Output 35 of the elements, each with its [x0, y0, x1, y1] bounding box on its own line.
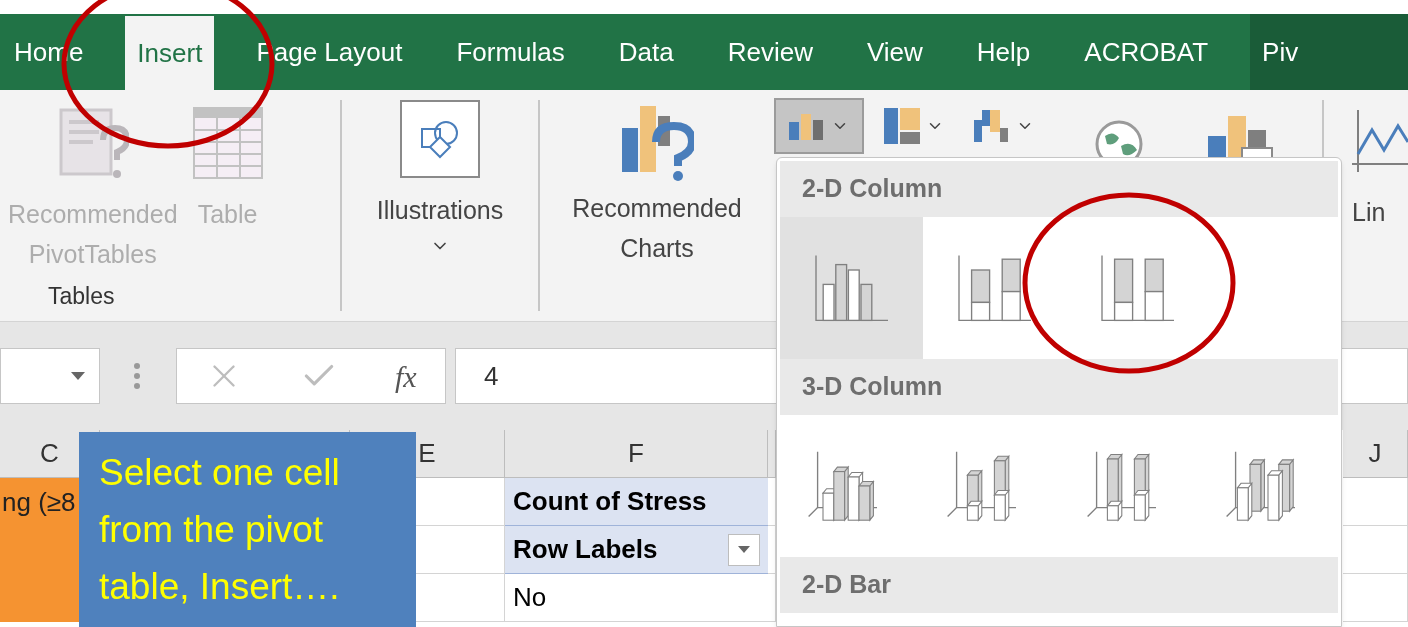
menu-section-header: 3-D Column [780, 359, 1338, 415]
group-label: Tables [48, 281, 115, 311]
insert-function-button[interactable]: fx [394, 353, 417, 399]
callout-tooltip: Select one cell from the pivot table, Insert…. [79, 432, 416, 627]
ribbon-tab[interactable]: Data [606, 14, 686, 90]
dropdown-arrow-icon [71, 372, 85, 380]
shapes-icon [400, 100, 480, 178]
name-box[interactable] [0, 348, 100, 404]
illustrations-button[interactable]: Illustrations [376, 100, 504, 256]
line-sparkline-icon [1352, 108, 1408, 174]
ribbon-tab[interactable]: Formulas [444, 14, 577, 90]
ribbon-tab[interactable]: Insert [125, 16, 215, 90]
recommended-charts-button[interactable]: Recommended Charts [572, 106, 742, 268]
ribbon-tab[interactable]: ACROBAT [1072, 14, 1221, 90]
line-sparkline-button[interactable]: Lin [1352, 108, 1408, 232]
filter-dropdown-button[interactable] [728, 533, 760, 566]
dropdown-arrow-icon [738, 546, 750, 553]
column-chart-button[interactable] [774, 98, 864, 154]
ribbon-tab[interactable]: Review [715, 14, 825, 90]
menu-section-header: 2-D Bar [780, 557, 1338, 613]
treemap-icon [884, 108, 920, 144]
ribbon-tab[interactable]: Piv [1250, 14, 1408, 90]
ribbon-tab[interactable]: Help [964, 14, 1043, 90]
column-header[interactable] [768, 430, 776, 478]
menu-section-header: 2-D Column [780, 161, 1338, 217]
chart-help-icon [620, 106, 694, 182]
waterfall-chart-icon [974, 108, 1010, 144]
grip-dots-icon [134, 363, 140, 389]
pivot-cell: Row Labels [505, 526, 768, 574]
chart-type-option[interactable] [780, 217, 923, 359]
ribbon-tab[interactable]: View [854, 14, 935, 90]
column-header[interactable]: F [505, 430, 768, 478]
column-header[interactable]: J [1343, 430, 1408, 478]
pivot-cell: Count of Stress [505, 478, 768, 526]
column-chart-icon [789, 112, 825, 140]
